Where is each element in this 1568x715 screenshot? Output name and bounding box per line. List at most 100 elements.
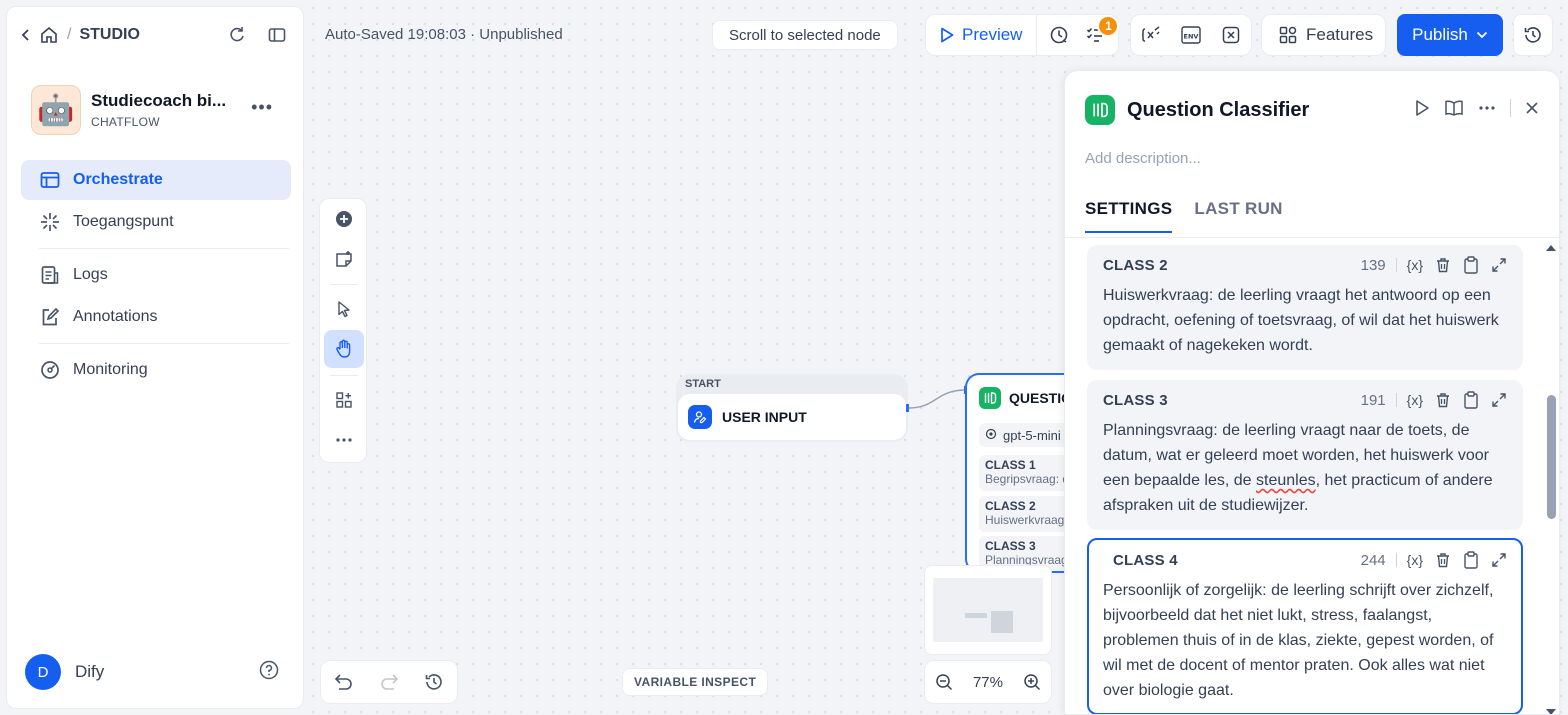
expand-icon[interactable] xyxy=(1491,552,1507,568)
class-item: CLASS 4 244 {x} Persoonlijk of zorgelijk… xyxy=(1087,538,1523,714)
class-title: CLASS 3 xyxy=(1103,391,1168,409)
user-input-icon xyxy=(688,405,712,429)
scrollbar-thumb[interactable] xyxy=(1547,395,1556,519)
collapse-sidebar-icon[interactable] xyxy=(267,25,287,45)
redo-icon[interactable] xyxy=(379,673,399,691)
pointer-icon[interactable] xyxy=(324,290,364,328)
undo-icon[interactable] xyxy=(334,673,354,691)
class-text[interactable]: Planningsvraag: de leerling vraagt naar … xyxy=(1103,418,1507,518)
user-name: Dify xyxy=(75,662,105,681)
help-icon[interactable] xyxy=(259,660,279,680)
run-step-icon[interactable] xyxy=(1414,99,1430,117)
breadcrumb-studio[interactable]: STUDIO xyxy=(79,26,139,44)
zoom-out-icon[interactable] xyxy=(935,673,953,691)
model-selector[interactable]: gpt-5-mini xyxy=(979,423,1075,447)
panel-header: Question Classifier xyxy=(1085,95,1309,125)
sidebar-item-logs[interactable]: Logs xyxy=(21,255,291,295)
scroll-to-selected-node-button[interactable]: Scroll to selected node xyxy=(712,20,898,50)
tab-last-run[interactable]: LAST RUN xyxy=(1194,199,1282,233)
action-divider xyxy=(1395,393,1397,407)
run-history-icon[interactable] xyxy=(1041,25,1077,45)
sidebar-item-toegangspunt[interactable]: Toegangspunt xyxy=(21,202,291,242)
insert-variable-icon[interactable]: {x} xyxy=(1407,257,1423,273)
sidebar-item-orchestrate[interactable]: Orchestrate xyxy=(21,160,291,200)
class-text[interactable]: Persoonlijk of zorgelijk: de leerling sc… xyxy=(1103,578,1507,703)
char-count: 139 xyxy=(1360,256,1386,274)
copy-icon[interactable] xyxy=(1463,256,1479,274)
conversation-variables-icon[interactable] xyxy=(1133,25,1169,45)
expand-icon[interactable] xyxy=(1491,257,1507,273)
sidebar: / STUDIO 🤖 Studiecoach bi... CHATFLOW ••… xyxy=(6,6,304,709)
organize-blocks-icon[interactable] xyxy=(324,381,364,419)
chevron-left-icon[interactable] xyxy=(21,28,31,42)
node-class-title: CLASS 3 xyxy=(985,539,1036,553)
app-info: 🤖 Studiecoach bi... CHATFLOW xyxy=(31,85,226,135)
class-item: CLASS 2 139 {x} Huiswerkvraag: de leerli… xyxy=(1087,245,1523,370)
variable-inspect-button[interactable]: VARIABLE INSPECT xyxy=(622,668,769,696)
version-history-button[interactable] xyxy=(1513,14,1553,56)
hand-icon[interactable] xyxy=(324,330,364,368)
class-item: CLASS 3 191 {x} Planningsvraag: de leerl… xyxy=(1087,380,1523,530)
autosave-status: Auto-Saved 19:08:03 · Unpublished xyxy=(325,26,563,43)
preview-button[interactable]: Preview xyxy=(926,15,1038,55)
env-variables-icon[interactable]: ENV xyxy=(1173,25,1209,45)
model-name: gpt-5-mini xyxy=(1003,427,1061,443)
class-title: CLASS 2 xyxy=(1103,256,1168,274)
delete-icon[interactable] xyxy=(1435,552,1451,568)
insert-variable-icon[interactable]: {x} xyxy=(1407,552,1423,568)
system-variables-icon[interactable] xyxy=(1213,25,1249,45)
delete-icon[interactable] xyxy=(1435,392,1451,408)
scroll-up-icon[interactable] xyxy=(1545,243,1557,253)
toolbar-divider xyxy=(330,375,358,376)
scroll-down-icon[interactable] xyxy=(1545,707,1557,715)
node-class-item: CLASS 1 Begripsvraag: d xyxy=(979,455,1075,491)
annotations-icon xyxy=(39,306,61,328)
checklist-icon[interactable]: 1 xyxy=(1077,15,1120,45)
zoom-in-icon[interactable] xyxy=(1023,673,1041,691)
panel-title[interactable]: Question Classifier xyxy=(1127,99,1309,122)
add-node-icon[interactable] xyxy=(324,200,364,238)
copy-icon[interactable] xyxy=(1463,551,1479,569)
action-divider xyxy=(1395,553,1397,567)
close-icon[interactable] xyxy=(1525,101,1539,115)
features-button[interactable]: Features xyxy=(1261,14,1386,56)
home-icon[interactable] xyxy=(39,25,59,45)
sidebar-item-label: Annotations xyxy=(73,308,158,325)
question-classifier-node[interactable]: QUESTIO gpt-5-mini CLASS 1 Begripsvraag:… xyxy=(965,373,1075,573)
app-more-icon[interactable]: ••• xyxy=(251,97,273,118)
zoom-level[interactable]: 77% xyxy=(973,674,1003,691)
play-icon xyxy=(940,27,954,43)
class-text[interactable]: Huiswerkvraag: de leerling vraagt het an… xyxy=(1103,283,1507,358)
publish-button[interactable]: Publish xyxy=(1397,14,1503,56)
run-toolbar: Preview 1 xyxy=(925,14,1120,56)
help-doc-icon[interactable] xyxy=(1444,99,1464,117)
nav-divider xyxy=(39,343,289,344)
publish-label: Publish xyxy=(1412,25,1468,44)
sidebar-item-label: Toegangspunt xyxy=(73,213,174,230)
question-classifier-icon xyxy=(979,387,1001,409)
sidebar-item-monitoring[interactable]: Monitoring xyxy=(21,350,291,390)
delete-icon[interactable] xyxy=(1435,257,1451,273)
user-profile[interactable]: D Dify xyxy=(25,654,104,690)
avatar: D xyxy=(25,654,61,690)
expand-icon[interactable] xyxy=(1491,392,1507,408)
history-icon xyxy=(1523,25,1543,45)
node-class-title: CLASS 1 xyxy=(985,458,1036,472)
add-note-icon[interactable] xyxy=(324,240,364,278)
char-count: 244 xyxy=(1360,551,1386,569)
app-type: CHATFLOW xyxy=(91,115,160,129)
description-input[interactable]: Add description... xyxy=(1085,150,1201,167)
panel-scrollbar[interactable] xyxy=(1545,241,1557,714)
sidebar-item-annotations[interactable]: Annotations xyxy=(21,297,291,337)
more-options-icon[interactable] xyxy=(324,421,364,459)
openai-icon xyxy=(985,428,997,443)
insert-variable-icon[interactable]: {x} xyxy=(1407,392,1423,408)
start-node[interactable]: START USER INPUT xyxy=(676,374,908,442)
copy-icon[interactable] xyxy=(1463,391,1479,409)
minimap[interactable] xyxy=(924,565,1052,655)
switch-app-icon[interactable] xyxy=(227,25,247,45)
more-options-icon[interactable] xyxy=(1478,105,1496,111)
tab-settings[interactable]: SETTINGS xyxy=(1085,199,1173,233)
history-icon[interactable] xyxy=(424,672,444,692)
chevron-down-icon xyxy=(1476,31,1488,39)
